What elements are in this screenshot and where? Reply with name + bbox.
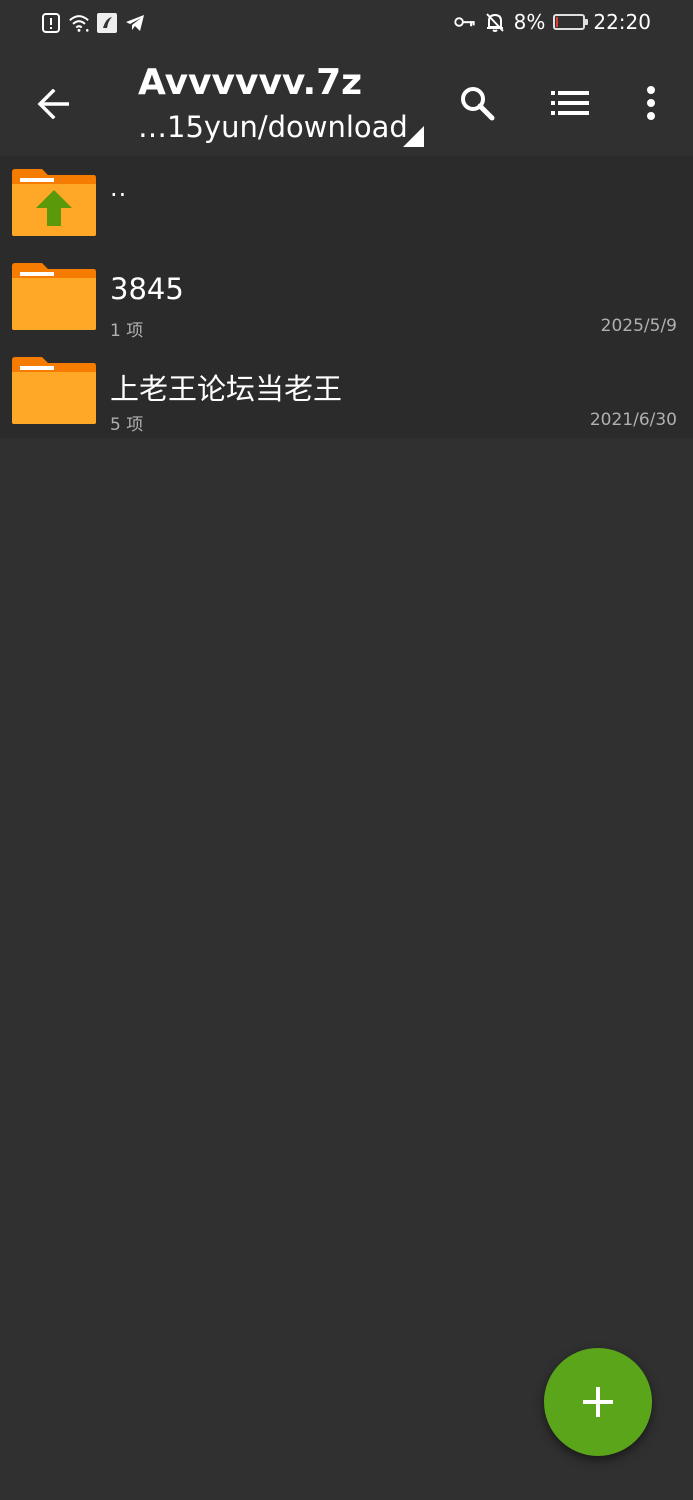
path-subtitle[interactable]: …15yun/download — [138, 110, 408, 144]
status-bar: 8% 22:20 — [0, 0, 693, 50]
battery-level — [556, 17, 559, 27]
back-button[interactable] — [30, 80, 78, 128]
parent-folder-icon — [12, 169, 96, 236]
plus-icon — [583, 1387, 613, 1417]
item-count: 5 项 — [110, 415, 144, 435]
file-name: 3845 — [110, 272, 184, 306]
page-title: Avvvvvv.7z — [138, 62, 363, 103]
screen: 8% 22:20 Avvvvvv.7z …15yun/download .. 3… — [0, 0, 693, 1500]
status-right-icons: 8% 22:20 — [453, 10, 651, 34]
add-button[interactable] — [544, 1348, 652, 1456]
list-view-button[interactable] — [545, 78, 595, 128]
search-button[interactable] — [452, 78, 502, 128]
dropdown-triangle-icon[interactable] — [403, 126, 424, 147]
modified-date: 2021/6/30 — [589, 410, 677, 430]
battery-percent: 8% — [513, 10, 546, 34]
key-icon — [453, 11, 476, 33]
search-icon — [461, 87, 495, 121]
file-name: 上老王论坛当老王 — [110, 372, 343, 406]
list-view-icon — [551, 91, 589, 115]
list-item-parent[interactable]: .. — [0, 156, 693, 250]
list-item-folder[interactable]: 上老王论坛当老王 5 项 2021/6/30 — [0, 344, 693, 438]
alert-icon — [40, 12, 62, 34]
wifi-icon — [68, 12, 90, 34]
more-vert-icon — [647, 86, 655, 120]
file-list: .. 3845 1 项 2025/5/9 上老王论坛当老王 5 项 2021/6… — [0, 156, 693, 438]
battery-icon — [553, 14, 589, 30]
back-icon — [37, 89, 69, 119]
bell-off-icon — [484, 11, 506, 33]
folder-icon — [12, 263, 96, 330]
folder-icon — [12, 357, 96, 424]
telegram-icon — [124, 12, 146, 34]
app-notification-icon — [96, 12, 118, 34]
status-left-icons — [40, 12, 146, 34]
modified-date: 2025/5/9 — [600, 316, 677, 336]
list-item-folder[interactable]: 3845 1 项 2025/5/9 — [0, 250, 693, 344]
item-count: 1 项 — [110, 321, 144, 341]
file-name: .. — [110, 174, 128, 202]
more-options-button[interactable] — [626, 78, 676, 128]
app-bar: Avvvvvv.7z …15yun/download — [0, 50, 693, 156]
status-time: 22:20 — [593, 10, 651, 34]
